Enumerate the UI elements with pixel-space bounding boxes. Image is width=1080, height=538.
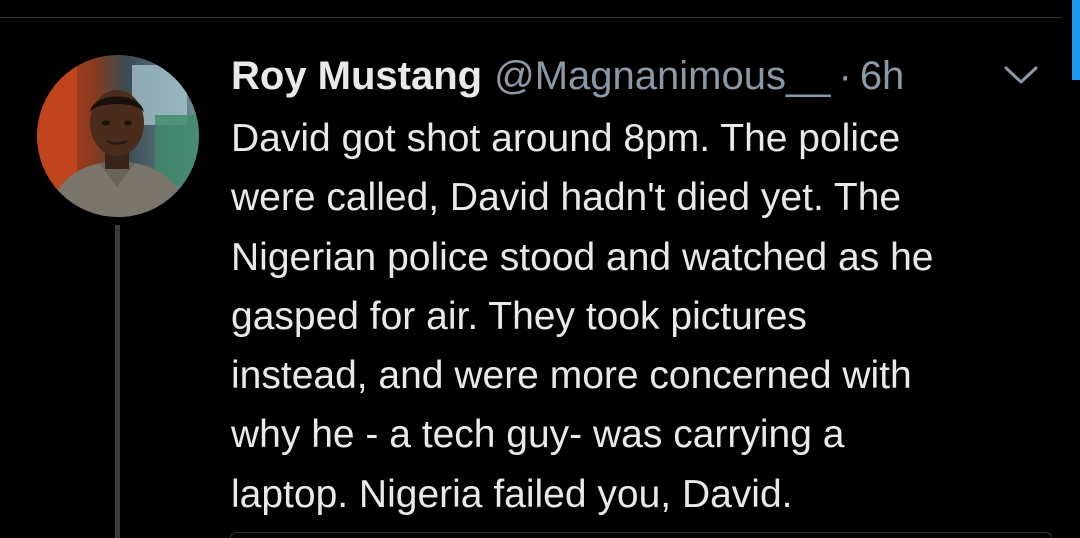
tweet-text-line: laptop. Nigeria failed you, David. (231, 472, 793, 516)
tweet-text-line: gasped for air. They took pictures (231, 294, 807, 338)
tweet-text-line: Nigerian police stood and watched as he (231, 235, 934, 279)
header-separator: · (838, 53, 852, 98)
tweet-timestamp[interactable]: 6h (860, 54, 905, 99)
tweet-header: Roy Mustang @Magnanimous__ · 6h (231, 52, 904, 100)
scroll-indicator (1072, 0, 1080, 80)
author-handle[interactable]: @Magnanimous__ (494, 54, 830, 99)
avatar[interactable] (37, 55, 199, 217)
author-display-name[interactable]: Roy Mustang (231, 54, 482, 99)
tweet-text-line: David got shot around 8pm. The police (231, 117, 901, 160)
avatar-photo (37, 55, 199, 217)
tweet-text-line: instead, and were more concerned with (231, 354, 912, 398)
tweet-text: David got shot around 8pm. The police we… (231, 109, 1051, 524)
tweet-screen: Roy Mustang @Magnanimous__ · 6h David go… (0, 0, 1080, 538)
tweet-text-line: why he - a tech guy- was carrying a (231, 413, 845, 457)
thread-connector-line (115, 225, 120, 538)
top-divider (0, 17, 1062, 18)
embedded-card-edge (230, 532, 1052, 538)
chevron-down-icon (1004, 66, 1038, 84)
tweet-menu-button[interactable] (1001, 60, 1041, 90)
tweet-text-line: were called, David hadn't died yet. The (231, 176, 902, 220)
